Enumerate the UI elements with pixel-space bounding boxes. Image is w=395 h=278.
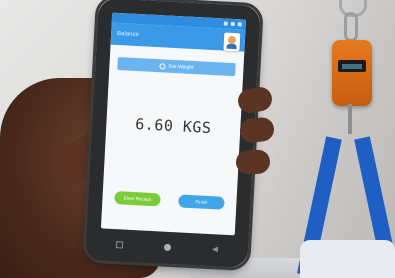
scale-icon (159, 62, 166, 70)
rugged-phone: Balance Get Weight 6.60 KGS Enter Receip… (82, 0, 264, 272)
avatar[interactable] (223, 32, 241, 52)
enter-receipt-button[interactable]: Enter Receipt (114, 191, 161, 207)
hanging-crane-scale (332, 40, 372, 106)
home-icon[interactable] (163, 243, 172, 251)
scale-lcd-digits (342, 63, 362, 69)
scale-lcd (338, 60, 366, 72)
battery-icon (237, 22, 242, 27)
wifi-icon (230, 21, 235, 27)
scale-lower-hook (348, 104, 352, 134)
android-nav-bar (115, 237, 219, 256)
photo-scene: Balance Get Weight 6.60 KGS Enter Receip… (0, 0, 395, 278)
avatar-body-icon (226, 43, 237, 50)
finish-label: Finish (195, 199, 208, 205)
app-title: Balance (116, 30, 139, 39)
get-weight-label: Get Weight (168, 63, 194, 71)
enter-receipt-label: Enter Receipt (123, 195, 152, 202)
weight-display: 6.60 KGS (119, 100, 227, 151)
weight-reading: 6.60 KGS (134, 115, 212, 137)
hanging-bag (300, 240, 395, 278)
finish-button[interactable]: Finish (178, 194, 225, 210)
recent-apps-icon[interactable] (115, 240, 124, 249)
finger-3 (235, 149, 271, 175)
phone-screen: Balance Get Weight 6.60 KGS Enter Receip… (100, 12, 247, 236)
back-icon[interactable] (212, 246, 218, 252)
signal-icon (223, 21, 228, 26)
get-weight-button[interactable]: Get Weight (117, 57, 236, 77)
scale-ring (344, 12, 358, 42)
action-buttons: Enter Receipt Finish (102, 190, 236, 210)
